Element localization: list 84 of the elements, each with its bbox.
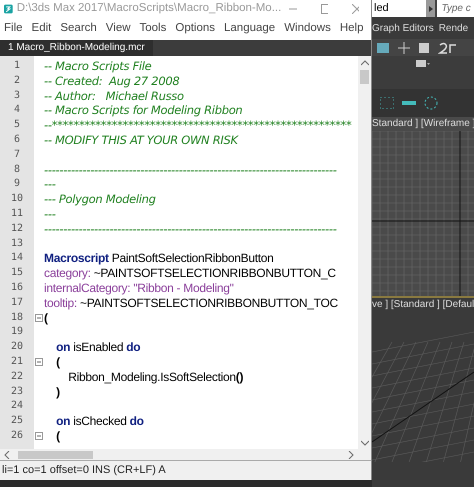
code-line: Ribbon_Modeling.IsSoftSelection() — [67, 370, 244, 384]
code-line: --- — [44, 206, 56, 221]
line-number: 20 — [10, 340, 24, 354]
viewport-label[interactable]: ve ] [Standard ] [Defaul — [372, 298, 474, 312]
line-number: 19 — [10, 325, 24, 340]
code-line: ---------------------------------------------------------------------------- — [44, 222, 337, 236]
circle-icon[interactable] — [424, 96, 438, 110]
line-number: 6 — [12, 132, 22, 147]
maximize-icon[interactable] — [320, 4, 328, 14]
code-line: --******************************************************* — [44, 118, 352, 132]
code-line: ( — [55, 354, 60, 369]
code-line: -- Macro Scripts File — [44, 59, 152, 73]
line-number: 18 — [10, 310, 24, 325]
dropdown-button[interactable] — [426, 0, 436, 17]
menu-item[interactable]: Help — [340, 20, 364, 38]
line-number: 10 — [10, 192, 24, 206]
toolbar-icon[interactable] — [418, 42, 430, 54]
line-number: 5 — [12, 118, 22, 132]
scrollbar-thumb[interactable] — [18, 450, 93, 458]
line-number: 8 — [12, 162, 22, 177]
menu-item[interactable]: Options — [175, 20, 216, 38]
code-line: ( — [44, 310, 48, 325]
status-text: li=1 co=1 offset=0 INS (CR+LF) A — [2, 463, 166, 478]
menu-item[interactable]: Graph Editors — [372, 20, 434, 36]
code-line: on isEnabled do — [55, 340, 140, 354]
line-number: 3 — [12, 88, 22, 103]
menu-item[interactable]: Tools — [140, 20, 166, 38]
display-icon[interactable] — [416, 60, 430, 68]
line-number: 26 — [10, 428, 24, 443]
toolbar-icon[interactable] — [376, 42, 390, 54]
line-number: 14 — [10, 251, 24, 266]
line-number: 12 — [10, 222, 24, 236]
move-icon[interactable] — [398, 42, 410, 54]
line-number: 25 — [10, 414, 24, 428]
horizontal-scrollbar[interactable] — [0, 449, 358, 460]
search-field[interactable]: Type c — [437, 0, 474, 17]
code-line: Macroscript PaintSoftSelectionRibbonButton — [44, 251, 274, 266]
fold-marker-icon[interactable] — [35, 358, 43, 366]
code-line: tooltip: ~PAINTSOFTSELECTIONRIBBONBUTTON_TOC — [44, 296, 338, 310]
menu-item[interactable]: Windows — [284, 20, 331, 38]
code-line: -- Author: Michael Russo — [44, 88, 184, 103]
menu-item[interactable]: Edit — [32, 20, 52, 38]
line-number: 1 — [12, 59, 22, 73]
line-number: 4 — [12, 103, 22, 118]
fold-marker-icon[interactable] — [35, 432, 43, 440]
menu-item[interactable]: Search — [60, 20, 97, 38]
menu-item[interactable]: Language — [224, 20, 276, 38]
line-number: 23 — [10, 384, 24, 399]
code-line: --- Polygon Modeling — [44, 192, 156, 206]
line-number: 9 — [12, 177, 22, 192]
line-number: 22 — [10, 370, 24, 384]
line-number: 13 — [10, 236, 24, 251]
scene-field[interactable]: led — [372, 0, 426, 17]
code-line: on isChecked do — [55, 414, 144, 428]
caret-icon — [428, 6, 433, 12]
app-icon — [4, 3, 13, 15]
window-title: D:\3ds Max 2017\MacroScripts\Macro_Ribbon-Mo... — [16, 1, 282, 16]
fold-marker-icon[interactable] — [35, 314, 43, 322]
code-line: internalCategory: "Ribbon - Modeling" — [44, 280, 234, 295]
menu-item[interactable]: View — [106, 20, 131, 38]
line-number: 16 — [10, 280, 24, 295]
menu-item[interactable]: File — [4, 20, 23, 38]
line-number: 15 — [10, 266, 24, 280]
grid-icon[interactable] — [380, 97, 394, 109]
code-line: category: ~PAINTSOFTSELECTIONRIBBONBUTTON_C — [44, 266, 336, 280]
scrollbar-thumb[interactable] — [360, 70, 369, 84]
code-line: ( — [55, 428, 60, 443]
line-number: 17 — [10, 296, 24, 310]
code-line: -- Created: Aug 27 2008 — [44, 74, 180, 88]
menu-item[interactable]: Rende — [438, 20, 468, 36]
viewport[interactable]: ve ] [Standard ] [Defaul — [372, 298, 474, 487]
line-number: 7 — [12, 148, 22, 162]
line-number: 24 — [10, 399, 24, 414]
line-number: 21 — [10, 354, 24, 369]
code-line: ---------------------------------------------------------------------------- — [44, 162, 337, 177]
file-tab[interactable]: 1 Macro_Ribbon-Modeling.mcr — [0, 40, 153, 56]
code-line: -- Macro Scripts for Modeling Ribbon — [44, 103, 242, 118]
code-line: ) — [55, 384, 60, 399]
vertical-scrollbar[interactable] — [358, 56, 371, 460]
close-icon[interactable] — [352, 4, 359, 14]
code-line: --- — [44, 177, 56, 192]
code-line: -- MODIFY THIS AT YOUR OWN RISK — [44, 132, 238, 147]
line-number: 11 — [10, 206, 24, 221]
line-number: 2 — [12, 74, 22, 88]
